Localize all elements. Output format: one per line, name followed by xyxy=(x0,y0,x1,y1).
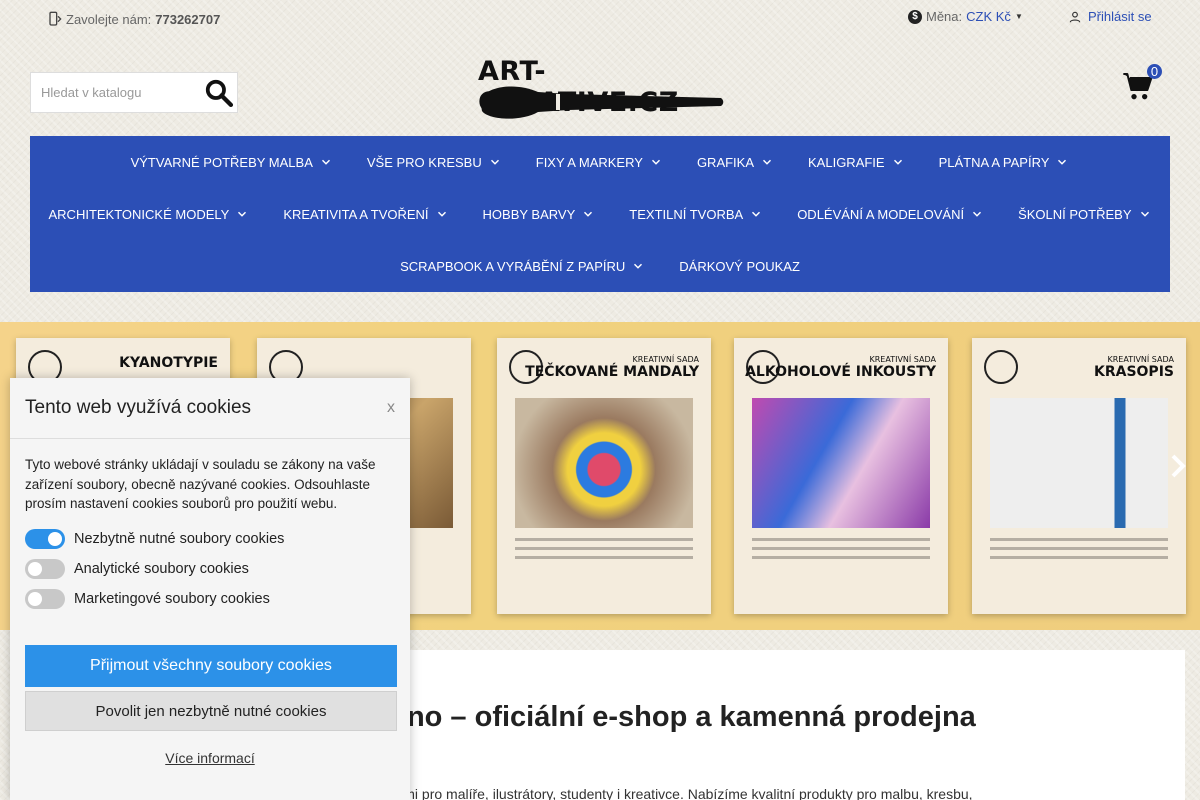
cookie-toggle-necessary[interactable]: Nezbytně nutné soubory cookies xyxy=(25,529,284,549)
nav-item[interactable]: Plátna a papíry xyxy=(939,155,1070,170)
nav-item-label: Scrapbook a vyrábění z papíru xyxy=(400,258,626,274)
nav-item[interactable]: Odlévání a modelování xyxy=(797,207,984,222)
cookie-dialog-title: Tento web využívá cookies xyxy=(25,397,252,418)
top-bar: Zavolejte nám: 773262707 $ Měna: CZK Kč … xyxy=(0,0,1200,40)
login-label: Přihlásit se xyxy=(1088,9,1152,24)
cookie-toggle-marketing[interactable]: Marketingové soubory cookies xyxy=(25,589,270,609)
chevron-right-icon xyxy=(1171,454,1186,478)
toggle-switch[interactable] xyxy=(25,559,65,579)
toggle-label: Analytické soubory cookies xyxy=(74,561,249,577)
phone-label: Zavolejte nám: xyxy=(66,11,152,27)
banner-card-title: KREATIVNÍ SADA TEČKOVANÉ MANDALY xyxy=(525,355,699,380)
nav-item[interactable]: Fixy a markery xyxy=(536,155,663,170)
nav-item-label: Grafika xyxy=(696,154,755,170)
chevron-down-icon xyxy=(321,159,330,165)
more-info-link[interactable]: Více informací xyxy=(10,750,410,766)
nav-item-label: Výtvarné potřeby malba xyxy=(130,154,313,170)
site-logo[interactable]: ART-CREATIVE.CZ xyxy=(476,56,726,124)
currency-selector[interactable]: $ Měna: CZK Kč ▼ xyxy=(908,9,1023,24)
alcohol-ink-image xyxy=(752,398,930,528)
chevron-down-icon xyxy=(763,159,772,165)
chevron-down-icon xyxy=(651,159,660,165)
brush-lettering-image xyxy=(990,398,1168,528)
chevron-down-icon xyxy=(1140,211,1149,217)
chevron-down-icon xyxy=(238,211,247,217)
nav-item-label: Školní potřeby xyxy=(1018,206,1132,222)
phone-number[interactable]: 773262707 xyxy=(155,12,220,27)
banner-card-title: KREATIVNÍ SADA ALKOHOLOVÉ INKOUSTY xyxy=(745,355,936,380)
nav-item-label: Architektonické modely xyxy=(48,206,230,222)
nav-item-label: Plátna a papíry xyxy=(938,154,1050,170)
nav-item[interactable]: Scrapbook a vyrábění z papíru xyxy=(400,259,645,274)
nav-item-label: Vše pro kresbu xyxy=(366,154,482,170)
nav-item[interactable]: Školní potřeby xyxy=(1018,207,1151,222)
cookie-description: Tyto webové stránky ukládají v souladu s… xyxy=(25,457,376,511)
banner-card[interactable]: KREATIVNÍ SADA TEČKOVANÉ MANDALY xyxy=(497,338,711,614)
close-button[interactable]: x xyxy=(387,399,395,417)
mandala-stone-image xyxy=(515,398,693,528)
cookie-consent-dialog: Tento web využívá cookies x Tyto webové … xyxy=(10,378,410,800)
banner-card[interactable]: KREATIVNÍ SADA KRASOPIS xyxy=(972,338,1186,614)
nav-item[interactable]: Kaligrafie xyxy=(808,155,905,170)
accept-all-button[interactable]: Přijmout všechny soubory cookies xyxy=(25,645,397,687)
nav-item-gift-voucher[interactable]: Dárkový poukaz xyxy=(679,259,800,274)
accept-necessary-button[interactable]: Povolit jen nezbytně nutné cookies xyxy=(25,691,397,731)
chevron-down-icon: ▼ xyxy=(1014,12,1023,21)
card-text-lines xyxy=(990,538,1168,565)
currency-value[interactable]: CZK Kč xyxy=(966,9,1011,24)
toggle-switch[interactable] xyxy=(25,529,65,549)
nav-row-2: Architektonické modely Kreativita a tvoř… xyxy=(30,188,1170,240)
slider-next-button[interactable] xyxy=(1168,452,1188,485)
search-box xyxy=(30,72,238,113)
cart-button[interactable]: 0 xyxy=(1122,64,1162,106)
currency-label: Měna: xyxy=(926,9,963,24)
nav-item-label: Kaligrafie xyxy=(808,154,885,170)
toggle-switch[interactable] xyxy=(25,589,65,609)
chevron-down-icon xyxy=(584,211,593,217)
paintbrush-icon xyxy=(480,86,724,119)
nav-row-1: Výtvarné potřeby malba Vše pro kresbu Fi… xyxy=(30,136,1170,188)
nav-item-label: Hobby barvy xyxy=(482,206,576,222)
currency-icon: $ xyxy=(908,9,922,24)
login-link[interactable]: Přihlásit se xyxy=(1068,9,1152,24)
search-input[interactable] xyxy=(31,73,201,112)
card-text-lines xyxy=(752,538,930,565)
search-button[interactable] xyxy=(201,73,237,112)
nav-item[interactable]: Kreativita a tvoření xyxy=(283,207,448,222)
cart-count-badge: 0 xyxy=(1147,64,1162,79)
banner-card-title: KYANOTYPIE xyxy=(119,355,218,371)
nav-item[interactable]: Vše pro kresbu xyxy=(367,155,502,170)
nav-item[interactable]: Hobby barvy xyxy=(483,207,596,222)
cookie-toggle-analytics[interactable]: Analytické soubory cookies xyxy=(25,559,249,579)
chevron-down-icon xyxy=(752,211,761,217)
user-icon xyxy=(1069,11,1081,22)
banner-card[interactable]: KREATIVNÍ SADA ALKOHOLOVÉ INKOUSTY xyxy=(734,338,948,614)
nav-item[interactable]: Grafika xyxy=(697,155,774,170)
brand-logo-icon xyxy=(984,350,1018,384)
chevron-down-icon xyxy=(973,211,982,217)
cookie-dialog-header: Tento web využívá cookies x xyxy=(10,378,410,439)
banner-card-title: KREATIVNÍ SADA KRASOPIS xyxy=(1093,355,1174,380)
chevron-down-icon xyxy=(893,159,902,165)
chevron-down-icon xyxy=(1058,159,1067,165)
card-text-lines xyxy=(515,538,693,565)
phone-contact: Zavolejte nám: 773262707 xyxy=(46,11,220,27)
nav-item-label: Fixy a markery xyxy=(535,154,643,170)
nav-item[interactable]: Výtvarné potřeby malba xyxy=(131,155,333,170)
chevron-down-icon xyxy=(490,159,499,165)
nav-row-3: Scrapbook a vyrábění z papíru Dárkový po… xyxy=(30,240,1170,292)
nav-item-label: Odlévání a modelování xyxy=(797,206,965,222)
toggle-label: Nezbytně nutné soubory cookies xyxy=(74,531,285,547)
nav-item[interactable]: Textilní tvorba xyxy=(629,207,763,222)
toggle-label: Marketingové soubory cookies xyxy=(74,591,270,607)
nav-item[interactable]: Architektonické modely xyxy=(49,207,250,222)
nav-item-label: Textilní tvorba xyxy=(629,206,744,222)
phone-icon xyxy=(49,11,62,26)
chevron-down-icon xyxy=(437,211,446,217)
search-icon xyxy=(205,79,234,107)
nav-item-label: Kreativita a tvoření xyxy=(283,206,429,222)
nav-item-label: Dárkový poukaz xyxy=(679,258,800,274)
main-navigation: Výtvarné potřeby malba Vše pro kresbu Fi… xyxy=(30,136,1170,292)
chevron-down-icon xyxy=(634,263,643,269)
